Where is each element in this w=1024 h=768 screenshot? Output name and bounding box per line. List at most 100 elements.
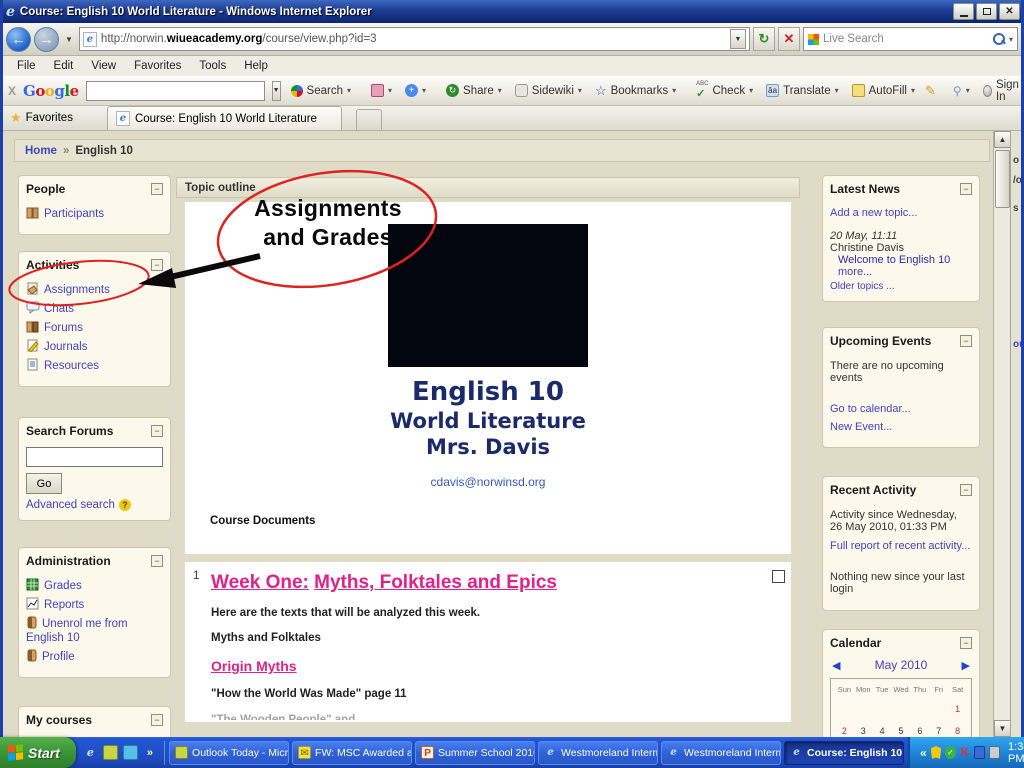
sidebar-item-grades[interactable]: Grades [26, 578, 163, 593]
sidebar-item-forums[interactable]: Forums [26, 320, 163, 335]
bookmarks-button[interactable]: ☆ Bookmarks ▾ [592, 82, 679, 99]
back-button[interactable]: ← [6, 26, 31, 52]
toolbar-close-icon[interactable]: X [8, 84, 16, 98]
calendar-day[interactable]: 7 [929, 724, 948, 737]
share-button[interactable]: ↻ Share ▾ [443, 82, 505, 99]
sidebar-item-resources[interactable]: Resources [26, 358, 163, 373]
collapse-icon[interactable]: − [960, 484, 972, 496]
sidewiki-button[interactable]: Sidewiki ▾ [512, 82, 585, 99]
sidebar-item-participants[interactable]: Participants [26, 206, 163, 221]
search-icon[interactable] [992, 33, 1005, 45]
sidebar-item-profile[interactable]: Profile [26, 649, 163, 664]
help-icon[interactable]: ? [118, 499, 131, 511]
favorites-button[interactable]: ★ Favorites [4, 106, 83, 130]
calendar-next-icon[interactable]: ▶ [962, 659, 970, 672]
breadcrumb-home-link[interactable]: Home [25, 145, 57, 157]
collapse-icon[interactable]: − [151, 425, 163, 437]
address-dropdown-icon[interactable]: ▼ [730, 29, 746, 49]
taskbar-button-ie[interactable]: eWestmoreland Interme... [661, 740, 782, 765]
taskbar-button-mail[interactable]: ✉FW: MSC Awarded a Ti... [292, 740, 413, 765]
sidebar-item-chats[interactable]: Chats [26, 301, 163, 316]
menu-file[interactable]: File [8, 58, 45, 74]
collapse-icon[interactable]: − [151, 183, 163, 195]
settings-button[interactable]: ⚲ ▾ [950, 82, 973, 100]
kaspersky-icon[interactable]: K [960, 746, 971, 759]
sidebar-item-assignments[interactable]: Assignments [26, 282, 163, 297]
add-button[interactable]: + ▾ [402, 82, 429, 99]
menu-view[interactable]: View [82, 58, 125, 74]
stop-button[interactable]: ✕ [778, 27, 800, 51]
calendar-month-link[interactable]: May 2010 [875, 658, 928, 672]
security-shield-icon[interactable] [930, 746, 942, 759]
history-dropdown-icon[interactable]: ▼ [62, 35, 76, 44]
scrollbar-thumb[interactable] [995, 150, 1010, 208]
sidebar-item-reports[interactable]: Reports [26, 597, 163, 612]
custom-buttons-button[interactable]: ▾ [368, 82, 395, 99]
ie-quicklaunch-icon[interactable]: e [83, 745, 98, 760]
go-to-calendar-link[interactable]: Go to calendar... [830, 402, 972, 416]
new-event-link[interactable]: New Event... [830, 420, 972, 434]
full-report-link[interactable]: Full report of recent activity... [830, 539, 972, 553]
week-one-heading[interactable]: Week One: Myths, Folktales and Epics [211, 572, 757, 594]
menu-tools[interactable]: Tools [190, 58, 235, 74]
update-check-icon[interactable]: ✓ [945, 746, 956, 759]
calendar-day[interactable]: 4 [873, 724, 892, 737]
calendar-day[interactable]: 2 [835, 724, 854, 737]
menu-edit[interactable]: Edit [45, 58, 83, 74]
quicklaunch-overflow-icon[interactable]: » [143, 747, 157, 759]
calendar-day[interactable]: 8 [948, 724, 967, 737]
outlook-quicklaunch-icon[interactable] [102, 745, 118, 760]
sidebar-item-unenrol[interactable]: Unenrol me from English 10 [26, 616, 163, 645]
refresh-button[interactable]: ↻ [753, 27, 775, 51]
network-icon[interactable] [974, 746, 986, 759]
taskbar-button-outlook[interactable]: Outlook Today - Micros... [169, 740, 290, 765]
sign-in-button[interactable]: Sign In▾ [980, 77, 1024, 105]
pen-icon[interactable]: ✎ [925, 83, 936, 99]
go-button[interactable]: Go [26, 473, 62, 494]
address-bar[interactable]: e http://norwin.wiueacademy.org/course/v… [78, 27, 750, 51]
tab-course[interactable]: e Course: English 10 World Literature [106, 106, 342, 130]
more-link[interactable]: more... [838, 266, 872, 278]
google-input-dropdown-icon[interactable]: ▼ [271, 80, 281, 101]
advanced-search-link[interactable]: Advanced search [26, 499, 115, 511]
check-button[interactable]: ABC ✓ Check ▾ [693, 80, 756, 102]
menu-help[interactable]: Help [235, 58, 277, 74]
menu-favorites[interactable]: Favorites [125, 58, 190, 74]
calendar-day[interactable]: 5 [892, 724, 911, 737]
display-icon[interactable] [989, 746, 1001, 759]
taskbar-button-ie[interactable]: eWestmoreland Interme... [538, 740, 659, 765]
calendar-day[interactable]: 6 [910, 724, 929, 737]
taskbar-button-course-active[interactable]: eCourse: English 10 W... [784, 740, 905, 765]
add-new-topic-link[interactable]: Add a new topic... [830, 206, 972, 220]
google-search-button[interactable]: Search ▾ [288, 83, 354, 99]
google-search-input[interactable] [85, 80, 265, 101]
older-topics-link[interactable]: Older topics ... [830, 281, 972, 292]
collapse-icon[interactable]: − [960, 637, 972, 649]
scroll-up-icon[interactable]: ▲ [994, 131, 1011, 148]
search-dropdown-icon[interactable]: ▾ [1009, 35, 1013, 44]
start-button[interactable]: Start [0, 737, 76, 768]
taskbar-button-powerpoint[interactable]: PSummer School 2010 PP [415, 740, 536, 765]
tray-chevron-icon[interactable]: « [920, 746, 927, 760]
collapse-icon[interactable]: − [960, 335, 972, 347]
highlight-topic-checkbox[interactable] [772, 570, 785, 583]
restore-button[interactable] [976, 3, 997, 20]
messenger-quicklaunch-icon[interactable] [122, 745, 138, 760]
live-search-placeholder[interactable]: Live Search [823, 33, 989, 45]
scroll-down-icon[interactable]: ▼ [994, 720, 1011, 737]
search-forums-input[interactable] [26, 447, 163, 467]
minimize-button[interactable] [953, 3, 974, 20]
collapse-icon[interactable]: − [151, 714, 163, 726]
url-text[interactable]: http://norwin.wiueacademy.org/course/vie… [101, 33, 726, 45]
collapse-icon[interactable]: − [151, 259, 163, 271]
live-search-box[interactable]: Live Search ▾ [803, 27, 1018, 51]
collapse-icon[interactable]: − [960, 183, 972, 195]
new-tab-stub[interactable] [355, 109, 382, 130]
vertical-scrollbar[interactable]: ▲ ▼ [993, 131, 1011, 737]
forward-button[interactable]: → [34, 26, 59, 52]
calendar-prev-icon[interactable]: ◀ [832, 659, 840, 672]
translate-button[interactable]: âa Translate ▾ [763, 82, 842, 99]
close-button[interactable]: ✕ [999, 3, 1020, 20]
calendar-day[interactable]: 3 [854, 724, 873, 737]
news-post-link[interactable]: Welcome to English 10 more... [830, 254, 972, 278]
